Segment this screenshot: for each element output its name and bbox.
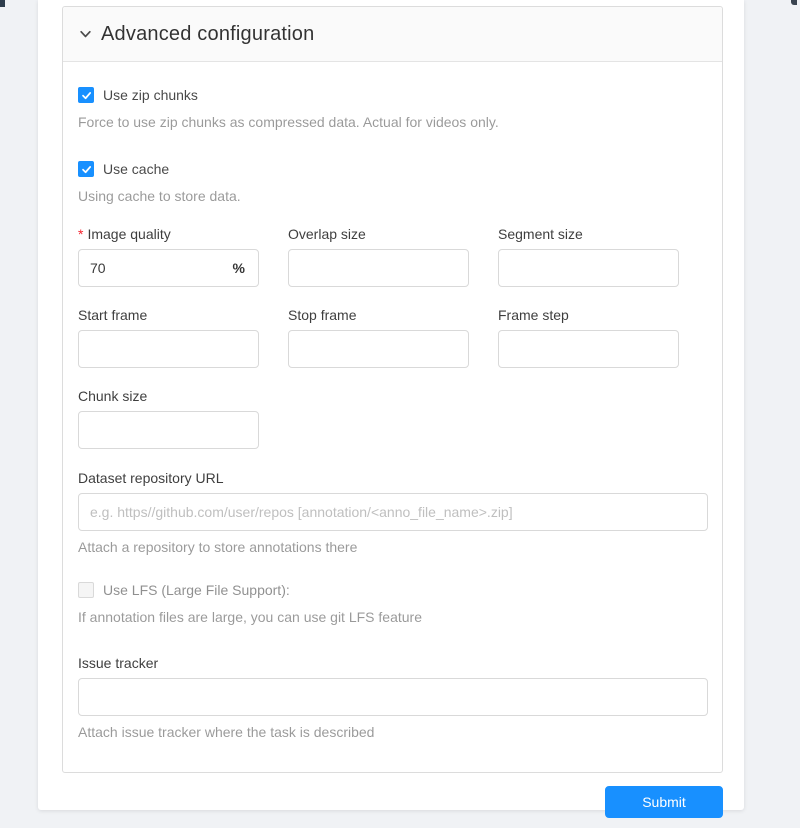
overlap-size-label: Overlap size <box>288 223 469 245</box>
use-cache-checkbox[interactable] <box>78 161 94 177</box>
issue-tracker-input[interactable] <box>78 678 708 716</box>
repository-url-input[interactable] <box>78 493 708 531</box>
checkmark-icon <box>81 164 92 175</box>
screen-artifact-top-right <box>791 0 797 5</box>
use-cache-label: Use cache <box>103 161 169 177</box>
use-zip-chunks-row[interactable]: Use zip chunks <box>78 84 707 106</box>
use-lfs-row[interactable]: Use LFS (Large File Support): <box>78 579 707 601</box>
use-lfs-help: If annotation files are large, you can u… <box>78 607 707 627</box>
issue-tracker-label: Issue tracker <box>78 652 708 674</box>
submit-button[interactable]: Submit <box>605 786 723 818</box>
chevron-down-icon[interactable] <box>79 28 92 41</box>
start-frame-label: Start frame <box>78 304 259 326</box>
panel-title: Advanced configuration <box>101 23 314 46</box>
field-label-text: Image quality <box>87 226 170 242</box>
field-segment-size: Segment size <box>498 223 679 287</box>
checkmark-icon <box>81 90 92 101</box>
image-quality-input[interactable] <box>79 250 233 286</box>
frame-step-label: Frame step <box>498 304 679 326</box>
create-task-card: Advanced configuration Use zip chunks Fo… <box>38 0 744 810</box>
use-cache-help: Using cache to store data. <box>78 186 707 206</box>
stop-frame-label: Stop frame <box>288 304 469 326</box>
field-image-quality: *Image quality % <box>78 223 259 287</box>
image-quality-input-wrap: % <box>78 249 259 287</box>
field-frame-step: Frame step <box>498 304 679 368</box>
submit-row: Submit <box>62 786 723 818</box>
chunk-size-input[interactable] <box>78 411 259 449</box>
field-repository-url: Dataset repository URL Attach a reposito… <box>78 467 708 557</box>
use-zip-chunks-label: Use zip chunks <box>103 87 198 103</box>
advanced-configuration-header[interactable]: Advanced configuration <box>63 7 722 62</box>
screen-artifact-top-left <box>0 0 5 7</box>
repository-url-help: Attach a repository to store annotations… <box>78 537 708 557</box>
overlap-size-input[interactable] <box>288 249 469 287</box>
repository-url-label: Dataset repository URL <box>78 467 708 489</box>
use-lfs-checkbox[interactable] <box>78 582 94 598</box>
advanced-configuration-panel: Advanced configuration Use zip chunks Fo… <box>62 6 723 773</box>
field-chunk-size: Chunk size <box>78 385 259 449</box>
field-start-frame: Start frame <box>78 304 259 368</box>
issue-tracker-help: Attach issue tracker where the task is d… <box>78 722 708 742</box>
use-cache-row[interactable]: Use cache <box>78 158 707 180</box>
use-zip-chunks-checkbox[interactable] <box>78 87 94 103</box>
use-lfs-label: Use LFS (Large File Support): <box>103 582 290 598</box>
field-issue-tracker: Issue tracker Attach issue tracker where… <box>78 652 708 742</box>
advanced-configuration-body: Use zip chunks Force to use zip chunks a… <box>63 62 722 772</box>
chunk-size-label: Chunk size <box>78 385 259 407</box>
start-frame-input[interactable] <box>78 330 259 368</box>
fields-row-1: *Image quality % Overlap size Segment si… <box>78 223 707 287</box>
field-stop-frame: Stop frame <box>288 304 469 368</box>
stop-frame-input[interactable] <box>288 330 469 368</box>
use-zip-chunks-help: Force to use zip chunks as compressed da… <box>78 112 707 132</box>
segment-size-label: Segment size <box>498 223 679 245</box>
image-quality-label: *Image quality <box>78 223 259 245</box>
segment-size-input[interactable] <box>498 249 679 287</box>
frame-step-input[interactable] <box>498 330 679 368</box>
fields-row-2: Start frame Stop frame Frame step <box>78 304 707 368</box>
required-asterisk: * <box>78 226 83 242</box>
percent-suffix: % <box>233 260 258 276</box>
field-overlap-size: Overlap size <box>288 223 469 287</box>
fields-row-3: Chunk size <box>78 385 707 449</box>
